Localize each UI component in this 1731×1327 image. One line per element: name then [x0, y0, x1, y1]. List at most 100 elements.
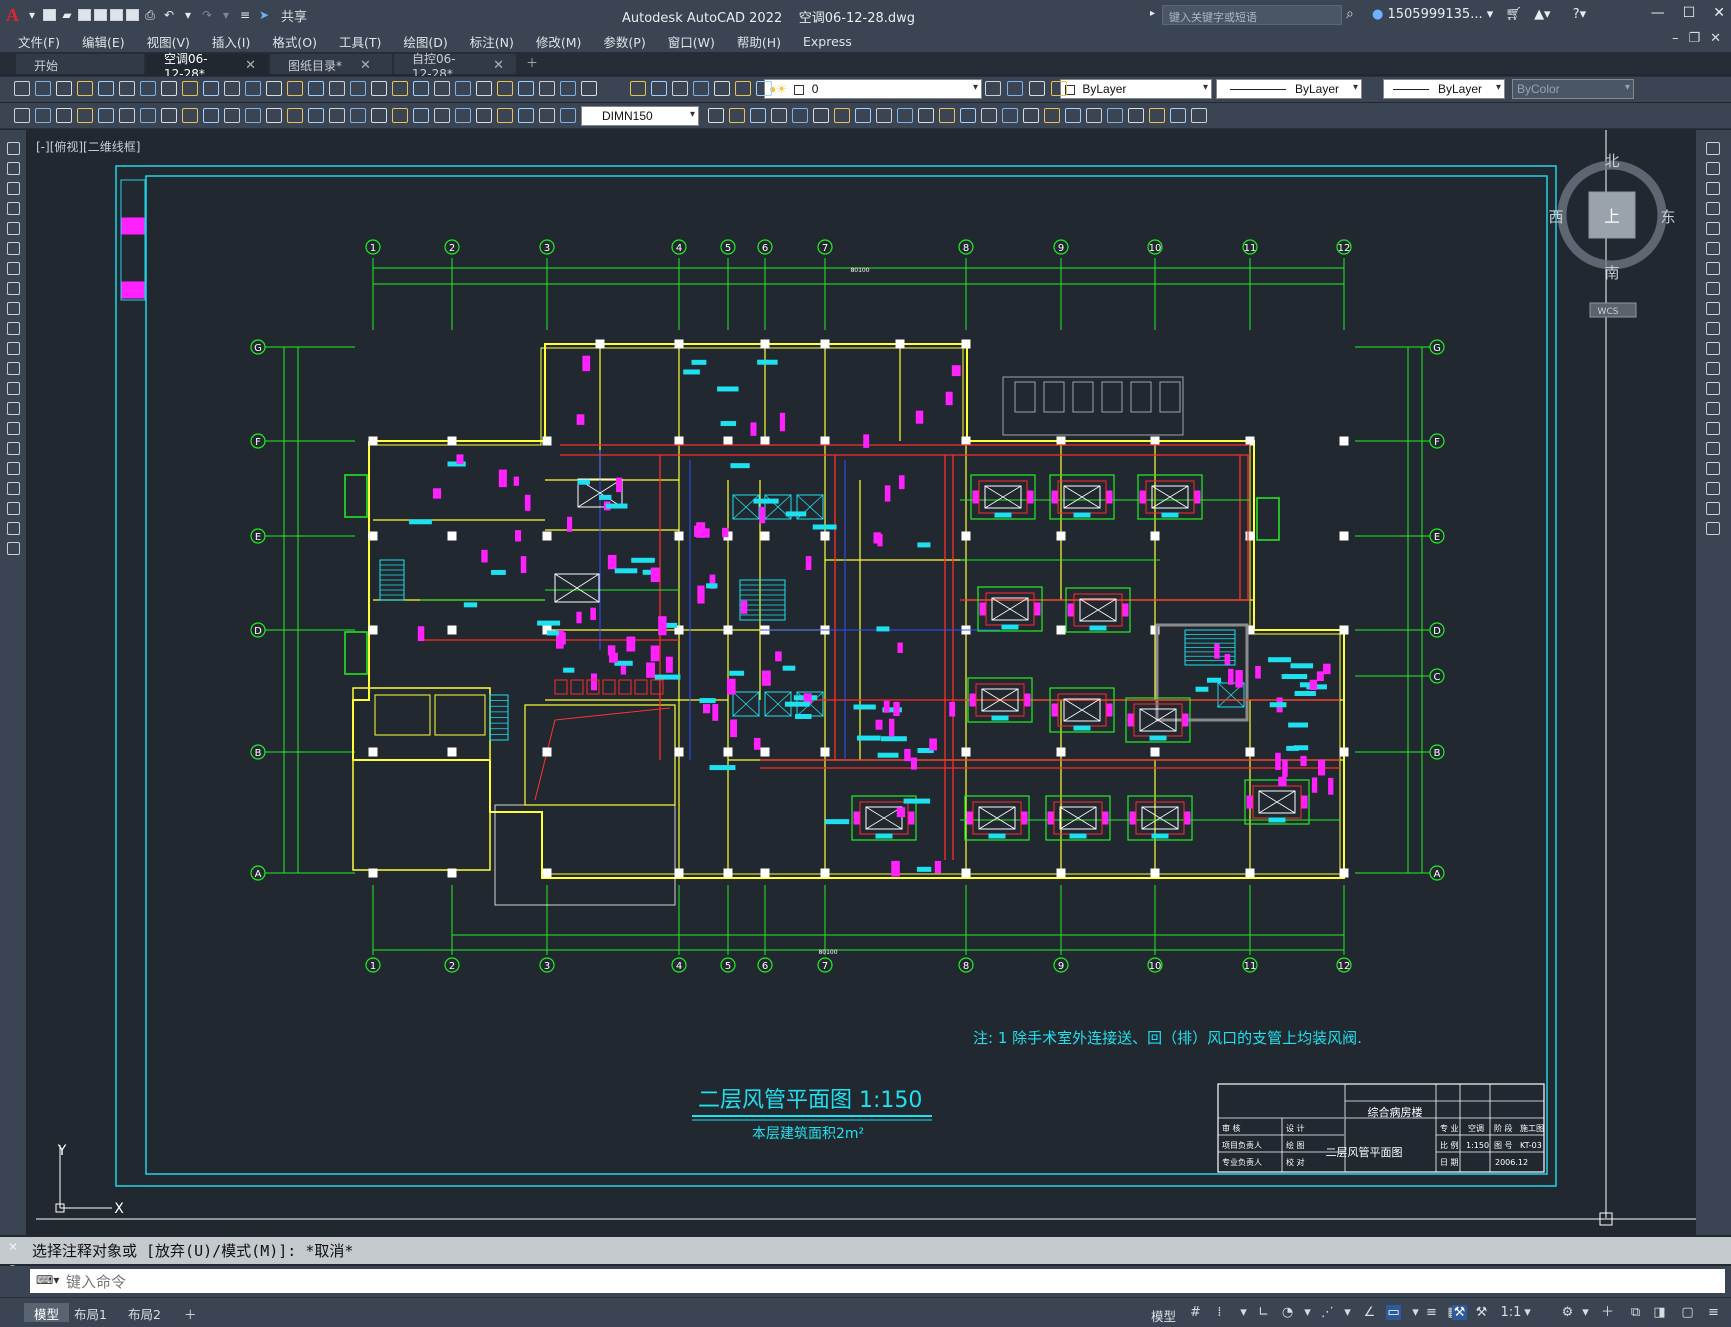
- annotation-monitor-icon[interactable]: ＋: [1600, 1305, 1615, 1320]
- standard-tool-icon[interactable]: [203, 81, 219, 96]
- standard-tool-icon[interactable]: [1029, 81, 1045, 96]
- standard-tool-icon[interactable]: [392, 81, 408, 96]
- modify-tool-icon[interactable]: [1706, 522, 1720, 535]
- dimension-tool-icon[interactable]: [981, 108, 997, 123]
- new-file-icon[interactable]: [43, 9, 56, 21]
- standard-tool-icon[interactable]: [1007, 81, 1023, 96]
- menu-help[interactable]: 帮助(H): [737, 32, 781, 51]
- dimension-tool-icon[interactable]: [203, 108, 219, 123]
- tab-layout2[interactable]: 布局2: [118, 1303, 171, 1322]
- print-icon[interactable]: ⎙: [142, 8, 158, 22]
- command-prompt-icon[interactable]: ⌨▾: [36, 1273, 59, 1287]
- draw-tool-icon[interactable]: [7, 222, 20, 235]
- polar-icon[interactable]: ◔: [1280, 1305, 1295, 1320]
- dimension-tool-icon[interactable]: [476, 108, 492, 123]
- publish-icon[interactable]: [110, 9, 123, 21]
- dimension-tool-icon[interactable]: [35, 108, 51, 123]
- standard-tool-icon[interactable]: [630, 81, 646, 96]
- tab-controls-drawing[interactable]: 自控06-12-28* ✕: [394, 52, 516, 81]
- modify-tool-icon[interactable]: [1706, 242, 1720, 255]
- dimension-tool-icon[interactable]: [77, 108, 93, 123]
- close-tab-icon[interactable]: ✕: [360, 58, 371, 73]
- modify-tool-icon[interactable]: [1706, 162, 1720, 175]
- draw-tool-icon[interactable]: [7, 262, 20, 275]
- dropdown-icon[interactable]: ▾: [1520, 1305, 1535, 1320]
- share-icon[interactable]: ➤: [256, 8, 272, 22]
- standard-tool-icon[interactable]: [497, 81, 513, 96]
- dimension-tool-icon[interactable]: [497, 108, 513, 123]
- grid-icon[interactable]: #: [1188, 1305, 1203, 1320]
- redo-icon[interactable]: ↷: [199, 8, 215, 22]
- cart-icon[interactable]: 🛒︎: [1505, 7, 1522, 22]
- dimension-tool-icon[interactable]: [161, 108, 177, 123]
- modify-tool-icon[interactable]: [1706, 482, 1720, 495]
- standard-tool-icon[interactable]: [329, 81, 345, 96]
- dimension-tool-icon[interactable]: [1065, 108, 1081, 123]
- dimension-tool-icon[interactable]: [1128, 108, 1144, 123]
- doc-minimize-icon[interactable]: –: [1672, 31, 1679, 46]
- dimension-tool-icon[interactable]: [792, 108, 808, 123]
- modify-tool-icon[interactable]: [1706, 202, 1720, 215]
- modify-tool-icon[interactable]: [1706, 322, 1720, 335]
- snap-icon[interactable]: ⁞: [1212, 1305, 1227, 1320]
- menu-view[interactable]: 视图(V): [147, 32, 190, 51]
- draw-tool-icon[interactable]: [7, 242, 20, 255]
- draw-tool-icon[interactable]: [7, 142, 20, 155]
- dimension-tool-icon[interactable]: [1044, 108, 1060, 123]
- redo-dropdown-icon[interactable]: ▾: [218, 8, 234, 22]
- model-space-toggle[interactable]: 模型: [1151, 1306, 1176, 1325]
- dimension-tool-icon[interactable]: [245, 108, 261, 123]
- dimension-tool-icon[interactable]: [14, 108, 30, 123]
- dimension-tool-icon[interactable]: [182, 108, 198, 123]
- standard-tool-icon[interactable]: [35, 81, 51, 96]
- draw-tool-icon[interactable]: [7, 442, 20, 455]
- standard-tool-icon[interactable]: [518, 81, 534, 96]
- standard-tool-icon[interactable]: [287, 81, 303, 96]
- dimension-tool-icon[interactable]: [960, 108, 976, 123]
- ortho-icon[interactable]: ∟: [1256, 1305, 1271, 1320]
- modify-tool-icon[interactable]: [1706, 442, 1720, 455]
- draw-tool-icon[interactable]: [7, 342, 20, 355]
- standard-tool-icon[interactable]: [98, 81, 114, 96]
- modify-tool-icon[interactable]: [1706, 282, 1720, 295]
- isolate-objects-icon[interactable]: ⧉: [1628, 1305, 1643, 1320]
- dimension-tool-icon[interactable]: [371, 108, 387, 123]
- dimension-tool-icon[interactable]: [1191, 108, 1207, 123]
- dimension-tool-icon[interactable]: [1149, 108, 1165, 123]
- modify-tool-icon[interactable]: [1706, 182, 1720, 195]
- tab-model[interactable]: 模型: [24, 1303, 70, 1322]
- dropdown-icon[interactable]: ▾: [1340, 1305, 1355, 1320]
- standard-tool-icon[interactable]: [308, 81, 324, 96]
- dimension-tool-icon[interactable]: [308, 108, 324, 123]
- dimension-tool-icon[interactable]: [224, 108, 240, 123]
- doc-close-icon[interactable]: ✕: [1710, 31, 1721, 46]
- standard-tool-icon[interactable]: [651, 81, 667, 96]
- standard-tool-icon[interactable]: [224, 81, 240, 96]
- standard-tool-icon[interactable]: [140, 81, 156, 96]
- draw-tool-icon[interactable]: [7, 422, 20, 435]
- modify-tool-icon[interactable]: [1706, 402, 1720, 415]
- standard-tool-icon[interactable]: [245, 81, 261, 96]
- dimension-tool-icon[interactable]: [140, 108, 156, 123]
- dynamic-ucs-icon[interactable]: ▭: [1386, 1305, 1401, 1320]
- dimension-tool-icon[interactable]: [1086, 108, 1102, 123]
- workspace-gear-icon[interactable]: ⚙: [1560, 1305, 1575, 1320]
- draw-tool-icon[interactable]: [7, 402, 20, 415]
- lineweight-dropdown[interactable]: ByLayer ▾: [1383, 79, 1505, 99]
- standard-tool-icon[interactable]: [119, 81, 135, 96]
- dimension-tool-icon[interactable]: [539, 108, 555, 123]
- modify-tool-icon[interactable]: [1706, 502, 1720, 515]
- modify-tool-icon[interactable]: [1706, 302, 1720, 315]
- doc-restore-icon[interactable]: ❐: [1688, 31, 1700, 46]
- dimension-tool-icon[interactable]: [434, 108, 450, 123]
- draw-tool-icon[interactable]: [7, 502, 20, 515]
- dimstyle-dropdown[interactable]: DIMN150 ▾: [581, 106, 699, 126]
- dropdown-caret-icon[interactable]: ▾: [24, 8, 40, 22]
- customize-qat-icon[interactable]: ≡: [237, 8, 253, 22]
- object-snap-icon[interactable]: ∠: [1362, 1305, 1377, 1320]
- standard-tool-icon[interactable]: [77, 81, 93, 96]
- draw-tool-icon[interactable]: [7, 162, 20, 175]
- app-menu-button[interactable]: A: [6, 5, 19, 26]
- standard-tool-icon[interactable]: [455, 81, 471, 96]
- standard-tool-icon[interactable]: [560, 81, 576, 96]
